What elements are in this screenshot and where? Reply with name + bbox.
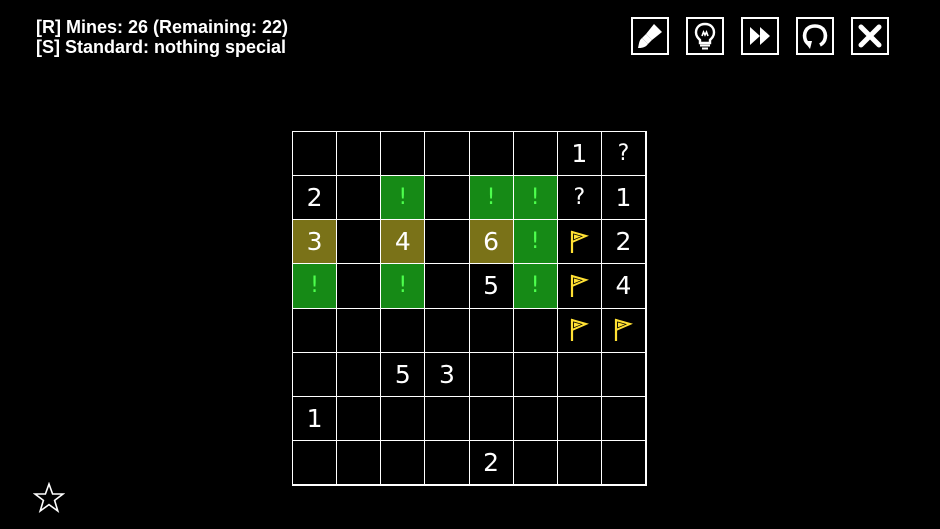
hidden-cell[interactable] xyxy=(336,307,382,353)
hidden-cell[interactable] xyxy=(424,131,470,177)
safe-marked-cell[interactable]: ! xyxy=(512,175,558,221)
level-info: [R] Mines: 26 (Remaining: 22) [S] Standa… xyxy=(36,17,288,57)
paintbrush-icon xyxy=(638,24,662,48)
hidden-cell[interactable] xyxy=(468,395,514,441)
hidden-cell[interactable] xyxy=(512,395,558,441)
flagged-cell[interactable] xyxy=(556,263,602,309)
number-cell[interactable]: 2 xyxy=(600,219,646,265)
hidden-cell[interactable] xyxy=(424,219,470,265)
number-cell[interactable]: 4 xyxy=(380,219,426,265)
number-cell[interactable]: 5 xyxy=(468,263,514,309)
question-cell[interactable]: ? xyxy=(556,175,602,221)
hidden-cell[interactable] xyxy=(424,439,470,485)
hidden-cell[interactable] xyxy=(600,351,646,397)
hidden-cell[interactable] xyxy=(424,175,470,221)
flag-icon xyxy=(571,230,590,253)
flagged-cell[interactable] xyxy=(600,307,646,353)
hidden-cell[interactable] xyxy=(556,395,602,441)
number-cell[interactable]: 1 xyxy=(600,175,646,221)
hidden-cell[interactable] xyxy=(336,175,382,221)
hidden-cell[interactable] xyxy=(600,395,646,441)
hidden-cell[interactable] xyxy=(336,219,382,265)
hidden-cell[interactable] xyxy=(292,131,338,177)
hidden-cell[interactable] xyxy=(512,307,558,353)
hidden-cell[interactable] xyxy=(512,351,558,397)
hidden-cell[interactable] xyxy=(424,307,470,353)
level-type: [S] Standard: nothing special xyxy=(36,37,287,57)
toolbar xyxy=(631,17,889,55)
hidden-cell[interactable] xyxy=(424,263,470,309)
number-cell[interactable]: 2 xyxy=(292,175,338,221)
safe-marked-cell[interactable]: ! xyxy=(512,219,558,265)
hidden-cell[interactable] xyxy=(468,351,514,397)
hidden-cell[interactable] xyxy=(336,395,382,441)
fast-forward-icon xyxy=(750,27,770,45)
flag-icon xyxy=(571,318,590,342)
hidden-cell[interactable] xyxy=(336,439,382,485)
question-cell[interactable]: ? xyxy=(600,131,646,177)
number-cell[interactable]: 5 xyxy=(380,351,426,397)
hidden-cell[interactable] xyxy=(556,351,602,397)
hidden-cell[interactable] xyxy=(468,307,514,353)
hidden-cell[interactable] xyxy=(292,351,338,397)
safe-marked-cell[interactable]: ! xyxy=(380,263,426,309)
flagged-cell[interactable] xyxy=(556,307,602,353)
hidden-cell[interactable] xyxy=(336,351,382,397)
safe-marked-cell[interactable]: ! xyxy=(468,175,514,221)
game-board: 1? 2!!!? 1 3 4 6! 2!! 5! 4 5 3 1 2 xyxy=(292,131,647,486)
brush-button[interactable] xyxy=(631,17,669,55)
lightbulb-icon xyxy=(694,22,716,50)
number-cell[interactable]: 1 xyxy=(292,395,338,441)
hidden-cell[interactable] xyxy=(556,439,602,485)
number-cell[interactable]: 4 xyxy=(600,263,646,309)
number-cell[interactable]: 1 xyxy=(556,131,602,177)
hidden-cell[interactable] xyxy=(512,131,558,177)
close-button[interactable] xyxy=(851,17,889,55)
star-icon[interactable] xyxy=(33,482,65,514)
hidden-cell[interactable] xyxy=(600,439,646,485)
hidden-cell[interactable] xyxy=(380,131,426,177)
flag-icon xyxy=(571,274,590,297)
number-cell[interactable]: 6 xyxy=(468,219,514,265)
flagged-cell[interactable] xyxy=(556,219,602,265)
hidden-cell[interactable] xyxy=(424,395,470,441)
safe-marked-cell[interactable]: ! xyxy=(292,263,338,309)
hidden-cell[interactable] xyxy=(336,131,382,177)
number-cell[interactable]: 3 xyxy=(292,219,338,265)
hidden-cell[interactable] xyxy=(292,439,338,485)
close-icon xyxy=(858,24,882,48)
safe-marked-cell[interactable]: ! xyxy=(380,175,426,221)
flag-icon xyxy=(615,318,634,342)
hidden-cell[interactable] xyxy=(380,395,426,441)
number-cell[interactable]: 2 xyxy=(468,439,514,485)
hidden-cell[interactable] xyxy=(468,131,514,177)
skip-button[interactable] xyxy=(741,17,779,55)
hidden-cell[interactable] xyxy=(512,439,558,485)
safe-marked-cell[interactable]: ! xyxy=(512,263,558,309)
hint-button[interactable] xyxy=(686,17,724,55)
mines-count: [R] Mines: 26 (Remaining: 22) xyxy=(36,17,289,37)
hidden-cell[interactable] xyxy=(380,307,426,353)
restart-icon xyxy=(802,24,828,49)
number-cell[interactable]: 3 xyxy=(424,351,470,397)
hidden-cell[interactable] xyxy=(292,307,338,353)
hidden-cell[interactable] xyxy=(336,263,382,309)
hidden-cell[interactable] xyxy=(380,439,426,485)
restart-button[interactable] xyxy=(796,17,834,55)
